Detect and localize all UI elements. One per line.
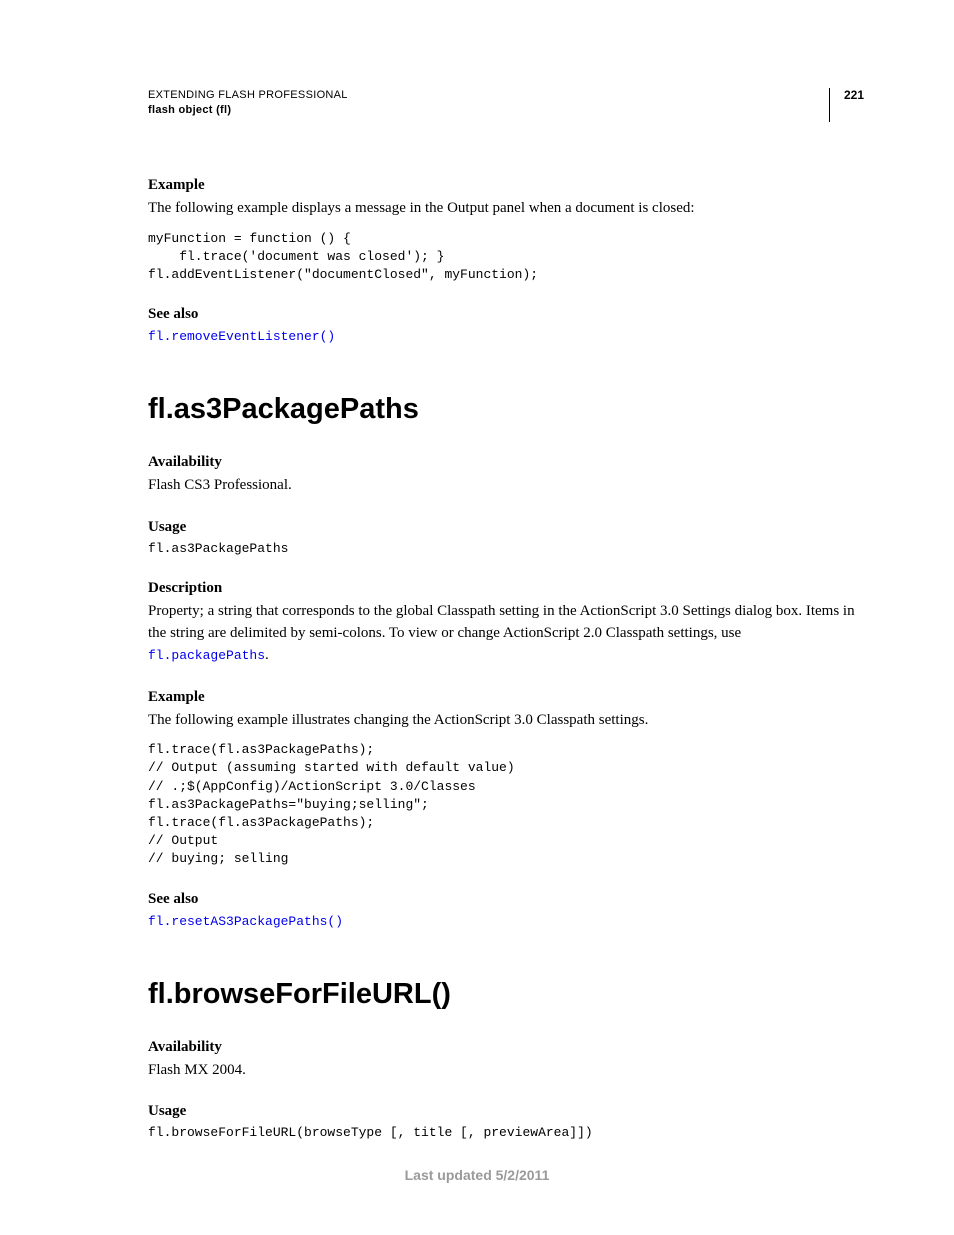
link-resetas3packagepaths[interactable]: fl.resetAS3PackagePaths(): [148, 914, 343, 929]
doc-section: flash object (fl): [148, 103, 348, 118]
usage-code: fl.as3PackagePaths: [148, 540, 864, 558]
see-also-block-2: See also fl.resetAS3PackagePaths(): [148, 891, 864, 930]
heading-usage: Usage: [148, 519, 864, 536]
page-header: EXTENDING FLASH PROFESSIONAL flash objec…: [148, 88, 864, 122]
see-also-block: See also fl.removeEventListener(): [148, 306, 864, 345]
api-heading-browseforfileurl: fl.browseForFileURL(): [148, 978, 864, 1011]
usage-block: Usage fl.as3PackagePaths: [148, 519, 864, 558]
usage-block-3: Usage fl.browseForFileURL(browseType [, …: [148, 1103, 864, 1142]
availability-block-3: Availability Flash MX 2004.: [148, 1039, 864, 1082]
heading-example: Example: [148, 177, 864, 194]
availability-text-3: Flash MX 2004.: [148, 1060, 864, 1082]
page: EXTENDING FLASH PROFESSIONAL flash objec…: [0, 0, 954, 1235]
doc-title: EXTENDING FLASH PROFESSIONAL: [148, 88, 348, 103]
heading-availability-3: Availability: [148, 1039, 864, 1056]
heading-description: Description: [148, 580, 864, 597]
link-packagepaths[interactable]: fl.packagePaths: [148, 648, 265, 663]
example-description: The following example displays a message…: [148, 198, 864, 220]
footer-updated: Last updated 5/2/2011: [0, 1167, 954, 1183]
example-description-2: The following example illustrates changi…: [148, 710, 864, 732]
usage-code-3: fl.browseForFileURL(browseType [, title …: [148, 1124, 864, 1142]
example-block-2: Example The following example illustrate…: [148, 689, 864, 869]
code-sample-2: fl.trace(fl.as3PackagePaths); // Output …: [148, 741, 864, 868]
example-block: Example The following example displays a…: [148, 177, 864, 284]
heading-example-2: Example: [148, 689, 864, 706]
header-left: EXTENDING FLASH PROFESSIONAL flash objec…: [148, 88, 348, 119]
heading-see-also-2: See also: [148, 891, 864, 908]
description-block: Description Property; a string that corr…: [148, 580, 864, 666]
description-text: Property; a string that corresponds to t…: [148, 601, 864, 666]
heading-usage-3: Usage: [148, 1103, 864, 1120]
availability-block: Availability Flash CS3 Professional.: [148, 454, 864, 497]
code-sample: myFunction = function () { fl.trace('doc…: [148, 230, 864, 285]
api-heading-as3packagepaths: fl.as3PackagePaths: [148, 393, 864, 426]
availability-text: Flash CS3 Professional.: [148, 475, 864, 497]
desc-part-b: .: [265, 647, 269, 663]
heading-see-also: See also: [148, 306, 864, 323]
heading-availability: Availability: [148, 454, 864, 471]
desc-part-a: Property; a string that corresponds to t…: [148, 603, 855, 641]
page-number: 221: [829, 88, 864, 122]
link-removeeventlistener[interactable]: fl.removeEventListener(): [148, 329, 335, 344]
